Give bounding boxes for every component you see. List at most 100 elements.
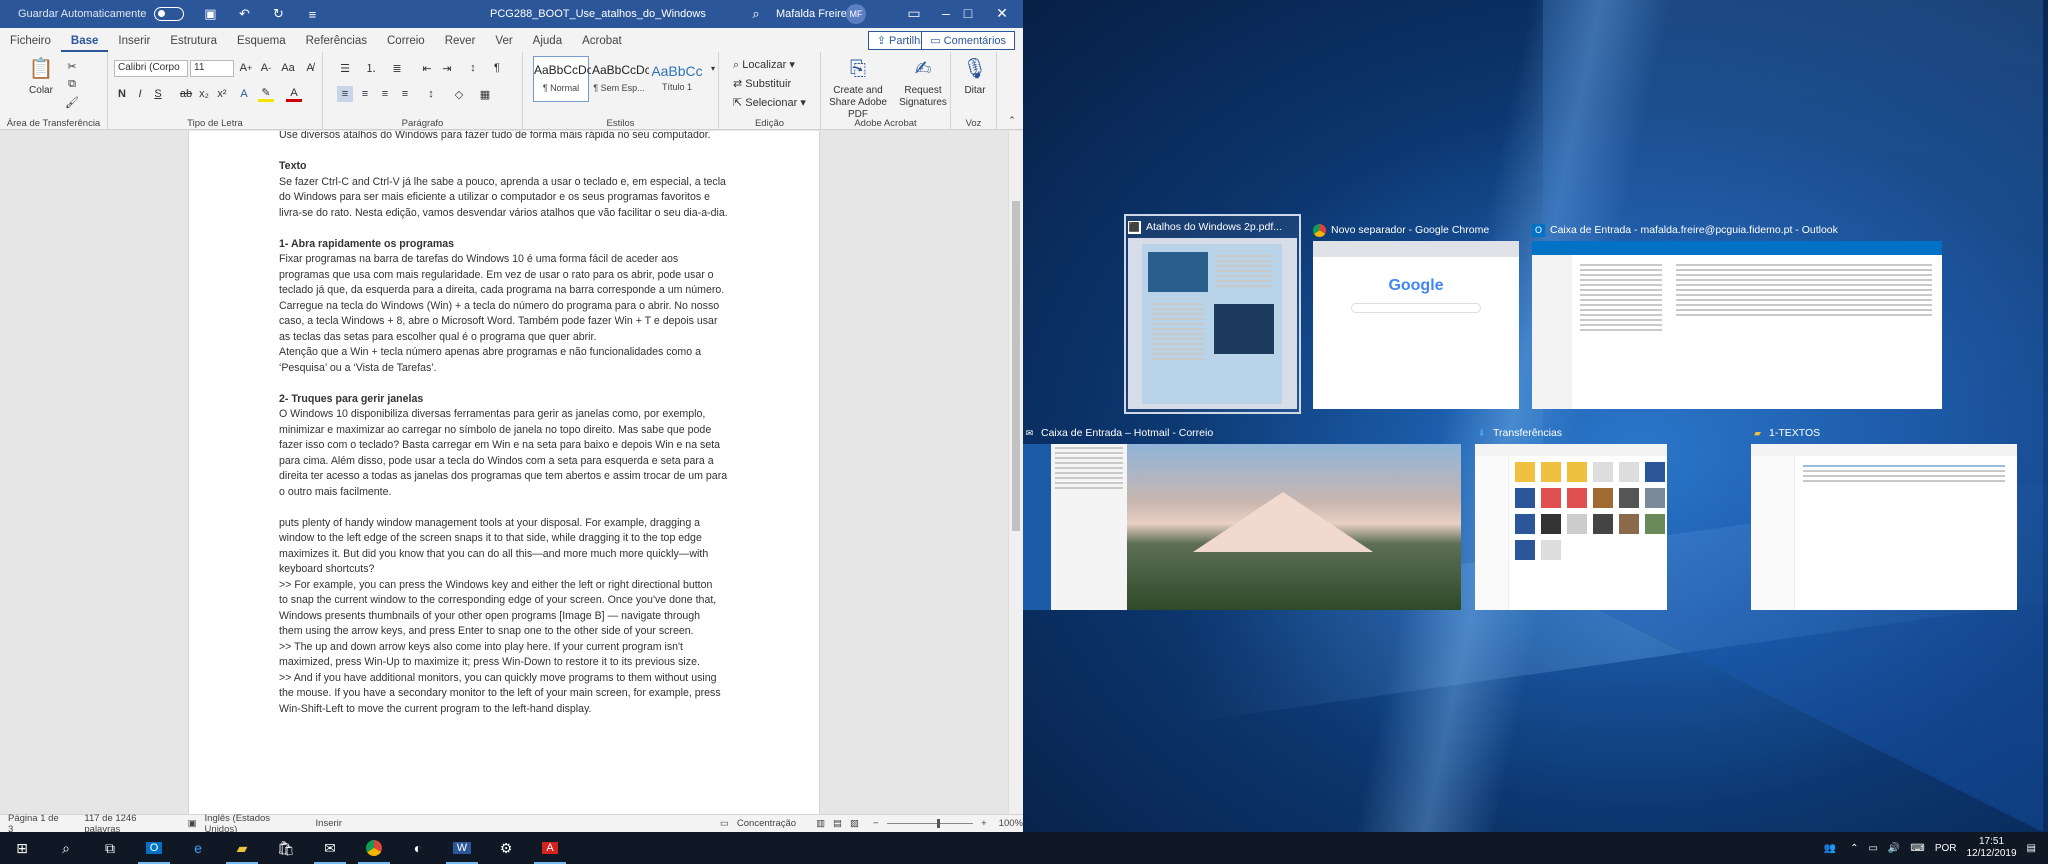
document-line[interactable]: the mouse. If you have a secondary monit… xyxy=(279,686,729,702)
document-line[interactable]: Se fazer Ctrl-C and Ctrl-V já lhe sabe a… xyxy=(279,175,729,191)
taskbar-utility[interactable]: ⚙ xyxy=(484,832,528,864)
document-blank-line[interactable] xyxy=(279,376,729,392)
shading-icon[interactable]: ◇ xyxy=(451,86,467,102)
document-line[interactable]: ‘Pesquisa’ ou a ‘Vista de Tarefas’. xyxy=(279,361,729,377)
search-button[interactable]: ⌕ xyxy=(44,832,88,864)
document-body[interactable]: Use diversos atalhos do Windows para faz… xyxy=(279,131,729,717)
document-line[interactable]: fazer isso com o teclado? Basta carregar… xyxy=(279,438,729,454)
snap-thumbnail-outlook[interactable]: O Caixa de Entrada - mafalda.freire@pcgu… xyxy=(1532,219,1952,409)
italic-icon[interactable]: I xyxy=(132,86,148,102)
tab-base[interactable]: Base xyxy=(60,35,109,52)
font-name-select[interactable]: Calibri (Corpo xyxy=(114,60,188,77)
vertical-scrollbar[interactable] xyxy=(1008,131,1023,814)
proofing-icon[interactable]: ▣ xyxy=(188,818,197,829)
zoom-in-icon[interactable]: + xyxy=(981,818,987,829)
request-signatures-button[interactable]: ✍ Request Signatures xyxy=(895,56,951,109)
font-size-select[interactable]: 11 xyxy=(190,60,234,77)
document-heading[interactable]: Texto xyxy=(279,159,729,175)
volume-icon[interactable]: 🔊 xyxy=(1888,843,1900,854)
line-spacing-icon[interactable]: ↕ xyxy=(423,86,439,102)
customize-icon[interactable]: ≡ xyxy=(304,6,320,22)
avatar[interactable]: MF xyxy=(846,4,866,24)
paste-button[interactable]: 📋 Colar xyxy=(28,56,54,97)
document-heading[interactable]: 2- Truques para gerir janelas xyxy=(279,392,729,408)
text-effects-icon[interactable]: A xyxy=(236,86,252,102)
focus-mode[interactable]: Concentração xyxy=(737,818,796,829)
document-line[interactable]: O Windows 10 disponibiliza diversas ferr… xyxy=(279,407,729,423)
print-layout-icon[interactable]: ▤ xyxy=(833,818,842,829)
tab-inserir[interactable]: Inserir xyxy=(108,35,160,52)
collapse-ribbon-icon[interactable]: ⌃ xyxy=(1004,112,1020,128)
grow-font-icon[interactable]: A + xyxy=(238,60,254,76)
document-line[interactable]: minimizar e maximizar ao carregar no sím… xyxy=(279,423,729,439)
tab-ajuda[interactable]: Ajuda xyxy=(523,35,572,52)
numbering-icon[interactable]: ⒈ xyxy=(363,60,379,76)
document-line[interactable]: puts plenty of handy window management t… xyxy=(279,516,729,532)
document-area[interactable]: Use diversos atalhos do Windows para faz… xyxy=(0,131,1008,814)
insert-mode[interactable]: Inserir xyxy=(316,818,342,829)
document-line[interactable]: Windows presents thumbnails of your othe… xyxy=(279,609,729,625)
taskbar-outlook[interactable]: O xyxy=(132,832,176,864)
superscript-icon[interactable]: x² xyxy=(214,86,230,102)
decrease-indent-icon[interactable]: ⇤ xyxy=(419,60,435,76)
snap-thumbnail-chrome[interactable]: Novo separador - Google Chrome Google xyxy=(1313,219,1545,409)
autosave-toggle[interactable] xyxy=(154,7,185,21)
document-line[interactable]: to snap the current window to the corres… xyxy=(279,593,729,609)
tab-referencias[interactable]: Referências xyxy=(296,35,377,52)
tab-ficheiro[interactable]: Ficheiro xyxy=(0,35,61,52)
tab-esquema[interactable]: Esquema xyxy=(227,35,296,52)
document-blank-line[interactable] xyxy=(279,500,729,516)
document-line[interactable]: maximizes it. But did you know that you … xyxy=(279,547,729,563)
document-line[interactable]: do Windows para ser mais eficiente a uti… xyxy=(279,190,729,206)
minimize-button[interactable]: – xyxy=(936,5,956,21)
user-name[interactable]: Mafalda Freire xyxy=(776,8,847,20)
document-line[interactable]: Use diversos atalhos do Windows para faz… xyxy=(279,131,729,144)
snap-thumbnail-pdf[interactable]: ⬛ Atalhos do Windows 2p.pdf... xyxy=(1124,214,1301,414)
font-color-icon[interactable]: A xyxy=(286,86,302,102)
document-line[interactable]: Win-Shift-Left to move the current progr… xyxy=(279,702,729,718)
document-line[interactable]: maximized, press Win-Up to maximize it; … xyxy=(279,655,729,671)
show-marks-icon[interactable]: ¶ xyxy=(489,60,505,76)
bold-icon[interactable]: N xyxy=(114,86,130,102)
document-line[interactable]: Atenção que a Win + tecla número apenas … xyxy=(279,345,729,361)
multilevel-list-icon[interactable]: ≣ xyxy=(389,60,405,76)
undo-icon[interactable]: ↶ xyxy=(236,6,252,22)
document-line[interactable]: para cima. Além disso, pode usar a tecla… xyxy=(279,454,729,470)
document-blank-line[interactable] xyxy=(279,221,729,237)
borders-icon[interactable]: ▦ xyxy=(477,86,493,102)
web-layout-icon[interactable]: ▧ xyxy=(850,818,859,829)
network-icon[interactable]: ▭ xyxy=(1868,843,1877,854)
zoom-out-icon[interactable]: − xyxy=(873,818,879,829)
close-button[interactable]: ✕ xyxy=(992,5,1012,22)
style-normal[interactable]: AaBbCcDc ¶ Normal xyxy=(533,56,593,102)
document-line[interactable]: >> And if you have additional monitors, … xyxy=(279,671,729,687)
document-line[interactable]: >> The up and down arrow keys also come … xyxy=(279,640,729,656)
scrollbar-thumb[interactable] xyxy=(1012,201,1020,531)
taskbar-app[interactable]: ◐ xyxy=(396,832,440,864)
redo-icon[interactable]: ↻ xyxy=(270,6,286,22)
shrink-font-icon[interactable]: A- xyxy=(258,60,274,76)
clear-format-icon[interactable]: A̸ xyxy=(302,60,318,76)
tab-acrobat[interactable]: Acrobat xyxy=(572,35,632,52)
people-icon[interactable]: 👥 xyxy=(1824,843,1836,854)
dictate-button[interactable]: 🎙 Ditar xyxy=(957,56,993,97)
subscript-icon[interactable]: x₂ xyxy=(196,86,212,102)
align-right-icon[interactable]: ≡ xyxy=(377,86,393,102)
replace-button[interactable]: ⇄ Substituir xyxy=(733,77,791,90)
ribbon-display-icon[interactable]: ▭ xyxy=(904,5,924,22)
document-blank-line[interactable] xyxy=(279,144,729,160)
keyboard-icon[interactable]: ⌨ xyxy=(1910,843,1924,854)
zoom-slider[interactable] xyxy=(886,819,974,828)
strikethrough-icon[interactable]: ab xyxy=(178,86,194,102)
format-painter-icon[interactable]: 🖌 xyxy=(64,94,80,110)
document-line[interactable]: caso, a tecla Windows + 8, abre o Micros… xyxy=(279,314,729,330)
sort-icon[interactable]: ↕ xyxy=(465,60,481,76)
language-status[interactable]: Inglês (Estados Unidos) xyxy=(205,813,302,833)
document-page[interactable]: Use diversos atalhos do Windows para faz… xyxy=(188,131,820,814)
find-button[interactable]: ⌕ Localizar ▾ xyxy=(733,58,795,72)
document-line[interactable]: window to the left edge of the screen sn… xyxy=(279,531,729,547)
copy-icon[interactable]: ⧉ xyxy=(64,76,80,92)
document-line[interactable]: programas que usa com mais regularidade.… xyxy=(279,268,729,284)
focus-icon[interactable]: ▭ xyxy=(720,818,729,829)
document-line[interactable]: livra-se do rato. Nesta edição, vamos de… xyxy=(279,206,729,222)
